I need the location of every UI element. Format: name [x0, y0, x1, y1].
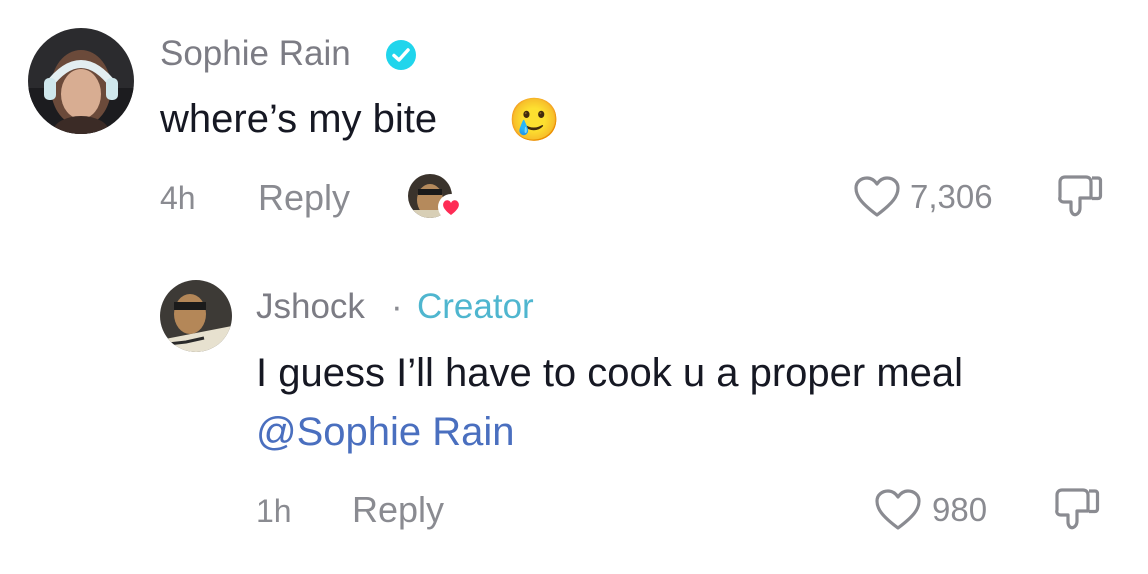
- reply-like-count: 980: [932, 491, 988, 528]
- reply-button[interactable]: Reply: [258, 177, 350, 219]
- reply-item: Jshock · Creator I guess I’ll have to co…: [0, 260, 1148, 574]
- heart-badge-icon: [438, 194, 464, 220]
- crying-smile-emoji: 🥲: [508, 96, 561, 143]
- creator-liked-indicator: [406, 174, 464, 224]
- dislike-icon[interactable]: [1053, 487, 1101, 533]
- avatar[interactable]: [28, 28, 134, 134]
- reply-text: I guess I’ll have to cook u a proper mea…: [256, 351, 964, 395]
- separator-dot: ·: [391, 287, 403, 326]
- heart-icon[interactable]: [853, 175, 901, 219]
- reply-timestamp: 1h: [256, 493, 292, 529]
- reply-avatar[interactable]: [160, 280, 232, 352]
- creator-badge: Creator: [417, 287, 534, 326]
- dislike-icon[interactable]: [1056, 174, 1104, 220]
- comment-text: where’s my bite: [160, 97, 438, 141]
- like-count: 7,306: [910, 178, 993, 215]
- mention-link[interactable]: @Sophie Rain: [256, 410, 515, 455]
- comment-username[interactable]: Sophie Rain: [160, 34, 351, 74]
- reply-username[interactable]: Jshock: [256, 287, 365, 327]
- comment-timestamp: 4h: [160, 180, 196, 216]
- comment-item: Sophie Rain where’s my bite 🥲 4h Reply 7…: [0, 0, 1148, 260]
- verified-badge-icon: [385, 39, 417, 71]
- reply-reply-button[interactable]: Reply: [352, 489, 444, 531]
- heart-icon[interactable]: [874, 488, 922, 532]
